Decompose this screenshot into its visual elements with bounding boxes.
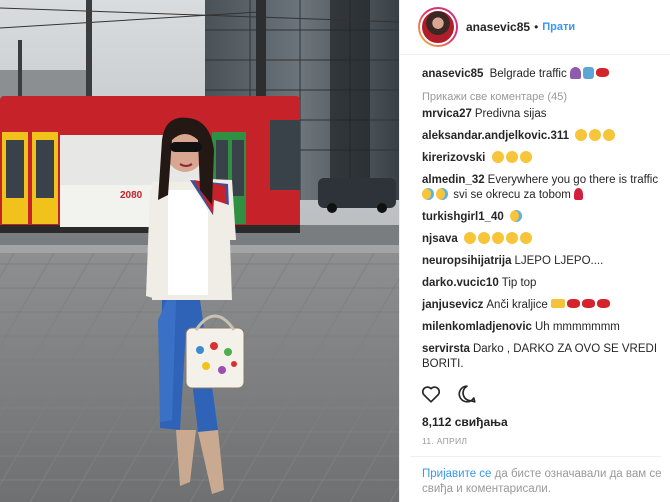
caption: anasevic85 Belgrade traffic [422, 66, 661, 82]
money-emoji-icon [550, 299, 565, 308]
comment-text: Tip top [501, 277, 537, 289]
comment-item: neuropsihijatrija LJEPO LJEPO.... [422, 254, 661, 269]
comment-username-link[interactable]: darko.vucic10 [422, 277, 499, 289]
follow-button[interactable]: Прати [542, 21, 575, 33]
comment-text: Everywhere you go there is traffic [487, 174, 659, 186]
smiley-emoji-icon [491, 151, 504, 163]
lips-emoji-icon [581, 299, 595, 308]
comment-username-link[interactable]: njsava [422, 233, 458, 245]
avatar[interactable] [418, 7, 458, 47]
smiley-emoji-icon [589, 129, 602, 141]
tulip-emoji-icon [574, 188, 584, 200]
comment-item: almedin_32 Everywhere you go there is tra… [422, 173, 661, 203]
login-link[interactable]: Пријавите се [422, 468, 491, 480]
comments-section: anasevic85 Belgrade traffic Прикажи све … [400, 62, 670, 379]
comment-username-link[interactable]: kirerizovski [422, 152, 485, 164]
header-separator: • [534, 20, 539, 34]
lips-emoji-icon [566, 299, 580, 308]
login-prompt: Пријавите се да бисте означавали да вам … [422, 467, 662, 497]
comment-text: LJEPO LJEPO.... [514, 255, 604, 267]
comment-item: njsava [422, 232, 661, 247]
smiley-emoji-icon [478, 232, 491, 244]
likes-count[interactable]: 8,112 свиђања [422, 415, 508, 429]
post-header: anasevic85 • Прати [400, 0, 670, 55]
comment-item: servirsta Darko , DARKO ZA OVO SE VREDI B… [422, 342, 661, 372]
smiley-emoji-icon [603, 129, 616, 141]
woman-emoji-icon [569, 67, 581, 79]
comment-item: turkishgirl1_40 [422, 210, 661, 225]
comment-item: darko.vucic10 Tip top [422, 276, 661, 291]
comment-text: Predivna sijas [474, 108, 547, 120]
post-sidebar: anasevic85 • Прати anasevic85 Belgrade t… [399, 0, 670, 502]
smiley-emoji-icon [519, 151, 532, 163]
divider [410, 456, 661, 457]
post-photo[interactable]: 2080 [0, 0, 399, 502]
comment-text: Anči kraljice [486, 299, 548, 311]
lips-emoji-icon [596, 299, 610, 308]
post-date: 11. АПРИЛ [422, 436, 468, 446]
comment-item: mrvica27 Predivna sijas [422, 107, 661, 122]
caption-username-link[interactable]: anasevic85 [422, 68, 483, 80]
street-scene-image: 2080 [0, 0, 399, 502]
comment-username-link[interactable]: janjusevicz [422, 299, 483, 311]
speech-bubble-icon[interactable] [456, 383, 478, 410]
comment-username-link[interactable]: almedin_32 [422, 174, 485, 186]
comment-username-link[interactable]: servirsta [422, 343, 470, 355]
comment-text-tail: svi se okrecu za tobom [453, 189, 571, 201]
comment-text: Uh mmmmmmm [534, 321, 620, 333]
smiley-emoji-icon [520, 232, 533, 244]
smiley-emoji-icon [575, 129, 588, 141]
heart-outline-icon[interactable] [420, 383, 442, 410]
comment-username-link[interactable]: mrvica27 [422, 108, 472, 120]
crying-emoji-icon [510, 210, 523, 222]
crying-emoji-icon [422, 188, 434, 200]
comment-item: milenkomladjenovic Uh mmmmmmm [422, 320, 661, 335]
comment-username-link[interactable]: milenkomladjenovic [422, 321, 532, 333]
post-actions [420, 383, 478, 410]
comment-item: aleksandar.andjelkovic.311 [422, 129, 661, 144]
smiley-emoji-icon [506, 232, 519, 244]
caption-text: Belgrade traffic [489, 68, 567, 80]
comment-item: janjusevicz Anči kraljice [422, 298, 661, 313]
smiley-emoji-icon [464, 232, 477, 244]
comment-username-link[interactable]: aleksandar.andjelkovic.311 [422, 130, 569, 142]
comment-username-link[interactable]: neuropsihijatrija [422, 255, 511, 267]
header-username-link[interactable]: anasevic85 [466, 20, 530, 34]
lips-emoji-icon [595, 68, 609, 77]
comment-item: kirerizovski [422, 151, 661, 166]
crying-emoji-icon [436, 188, 448, 200]
view-all-comments-link[interactable]: Прикажи све коментаре (45) [422, 91, 661, 103]
smiley-emoji-icon [505, 151, 518, 163]
smiley-emoji-icon [492, 232, 505, 244]
tram-emoji-icon [582, 67, 594, 79]
svg-text:2080: 2080 [120, 190, 143, 201]
comment-username-link[interactable]: turkishgirl1_40 [422, 211, 504, 223]
